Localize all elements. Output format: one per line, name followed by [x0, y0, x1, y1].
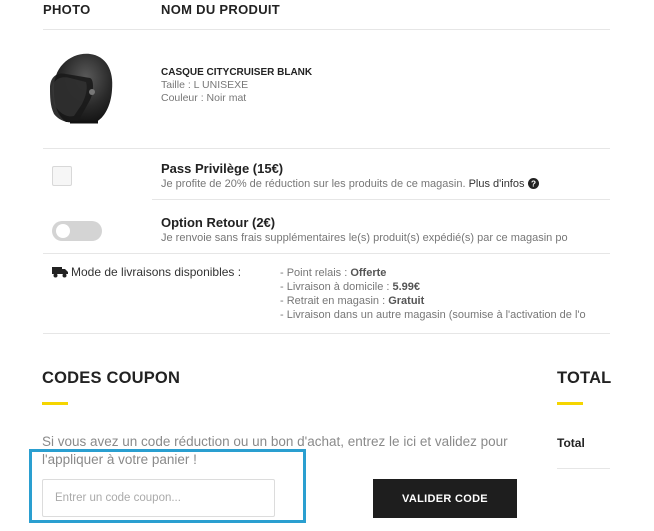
pass-privilege-checkbox[interactable] [52, 166, 72, 186]
delivery-item: - Livraison à domicile : 5.99€ [280, 281, 421, 293]
pass-privilege-description: Je profite de 20% de réduction sur les p… [161, 178, 539, 192]
product-size: Taille : L UNISEXE [161, 79, 249, 91]
product-color: Couleur : Noir mat [161, 92, 247, 104]
delivery-label-text: Mode de livraisons disponibles : [71, 265, 242, 279]
option-retour-description: Je renvoie sans frais supplémentaires le… [161, 232, 568, 244]
question-circle-icon[interactable]: ? [527, 178, 539, 192]
svg-text:?: ? [531, 180, 536, 189]
coupon-section-title: CODES COUPON [42, 369, 181, 387]
total-title-underline [557, 402, 583, 405]
divider [43, 253, 610, 254]
divider [43, 148, 610, 149]
option-retour-toggle[interactable] [52, 221, 102, 241]
more-info-link[interactable]: Plus d'infos [469, 178, 525, 190]
delivery-modes-label: Mode de livraisons disponibles : [52, 265, 241, 281]
divider [43, 29, 610, 30]
product-name[interactable]: CASQUE CITYCRUISER BLANK [161, 67, 312, 78]
coupon-code-input[interactable] [42, 479, 275, 517]
validate-code-button[interactable]: VALIDER CODE [373, 479, 517, 518]
delivery-item: - Retrait en magasin : Gratuit [280, 295, 425, 307]
option-retour-title: Option Retour (2€) [161, 215, 276, 230]
divider [557, 468, 610, 469]
divider [43, 333, 610, 334]
truck-icon [52, 266, 68, 281]
column-header-photo: PHOTO [43, 2, 91, 17]
total-row-label: Total [557, 436, 585, 450]
coupon-title-underline [42, 402, 68, 405]
toggle-knob [56, 224, 70, 238]
delivery-item: - Point relais : Offerte [280, 267, 387, 279]
delivery-list: - Point relais : Offerte - Livraison à d… [280, 266, 610, 322]
total-section-title: TOTAL [557, 369, 612, 387]
column-header-product-name: NOM DU PRODUIT [161, 2, 281, 17]
delivery-item: - Livraison dans un autre magasin (soumi… [280, 309, 586, 321]
pass-privilege-desc-text: Je profite de 20% de réduction sur les p… [161, 178, 466, 190]
product-photo[interactable] [44, 48, 116, 130]
divider [152, 199, 610, 200]
pass-privilege-title: Pass Privilège (15€) [161, 161, 284, 176]
